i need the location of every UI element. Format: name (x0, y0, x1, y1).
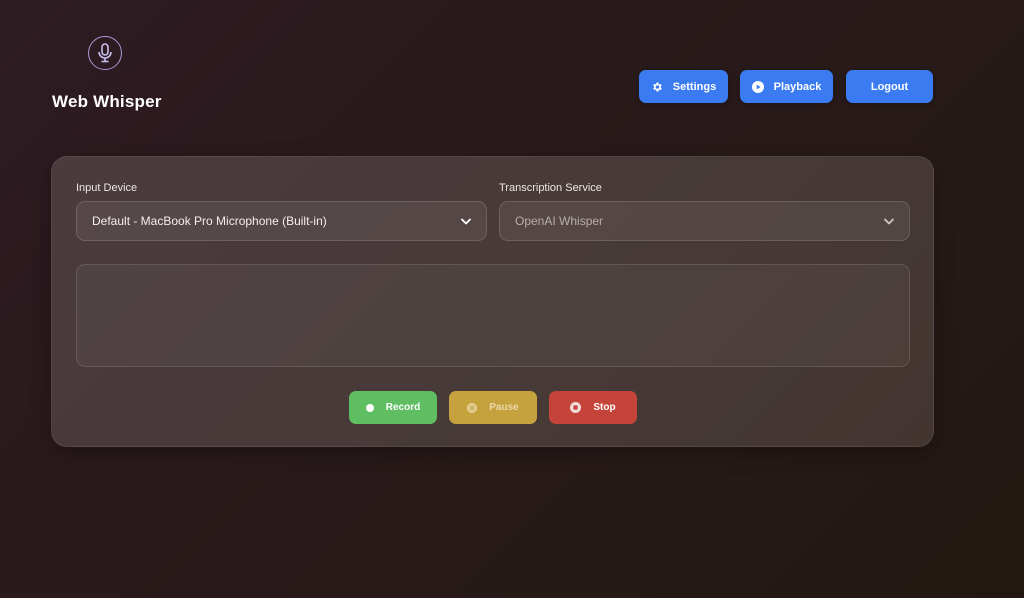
chevron-down-icon (461, 218, 471, 225)
settings-button[interactable]: Settings (639, 70, 728, 103)
logout-label: Logout (870, 80, 909, 93)
stop-label: Stop (593, 402, 616, 413)
chevron-down-icon (884, 218, 894, 225)
playback-label: Playback (773, 80, 822, 93)
logout-button[interactable]: Logout (846, 70, 933, 103)
recorder-panel: Input Device Transcription Service Defau… (51, 156, 934, 447)
playback-button[interactable]: Playback (740, 70, 833, 103)
transcript-area[interactable] (76, 264, 910, 367)
record-button[interactable]: Record (349, 391, 437, 424)
app-logo (88, 36, 122, 70)
pause-label: Pause (489, 402, 519, 413)
play-icon (751, 80, 764, 93)
record-label: Record (385, 402, 421, 413)
pause-icon (467, 402, 478, 413)
settings-label: Settings (672, 80, 717, 93)
input-device-label: Input Device (76, 182, 138, 194)
pause-button[interactable]: Pause (449, 391, 537, 424)
input-device-select[interactable]: Default - MacBook Pro Microphone (Built-… (76, 201, 487, 241)
gear-icon (651, 81, 663, 93)
transcription-service-value: OpenAI Whisper (515, 214, 604, 228)
transcription-service-label: Transcription Service (499, 182, 602, 194)
microphone-icon (96, 43, 114, 63)
stop-button[interactable]: Stop (549, 391, 637, 424)
input-device-value: Default - MacBook Pro Microphone (Built-… (92, 214, 327, 228)
stop-icon (570, 402, 582, 413)
transcription-service-select[interactable]: OpenAI Whisper (499, 201, 910, 241)
app-title: Web Whisper (52, 92, 162, 111)
record-dot-icon (365, 403, 374, 412)
